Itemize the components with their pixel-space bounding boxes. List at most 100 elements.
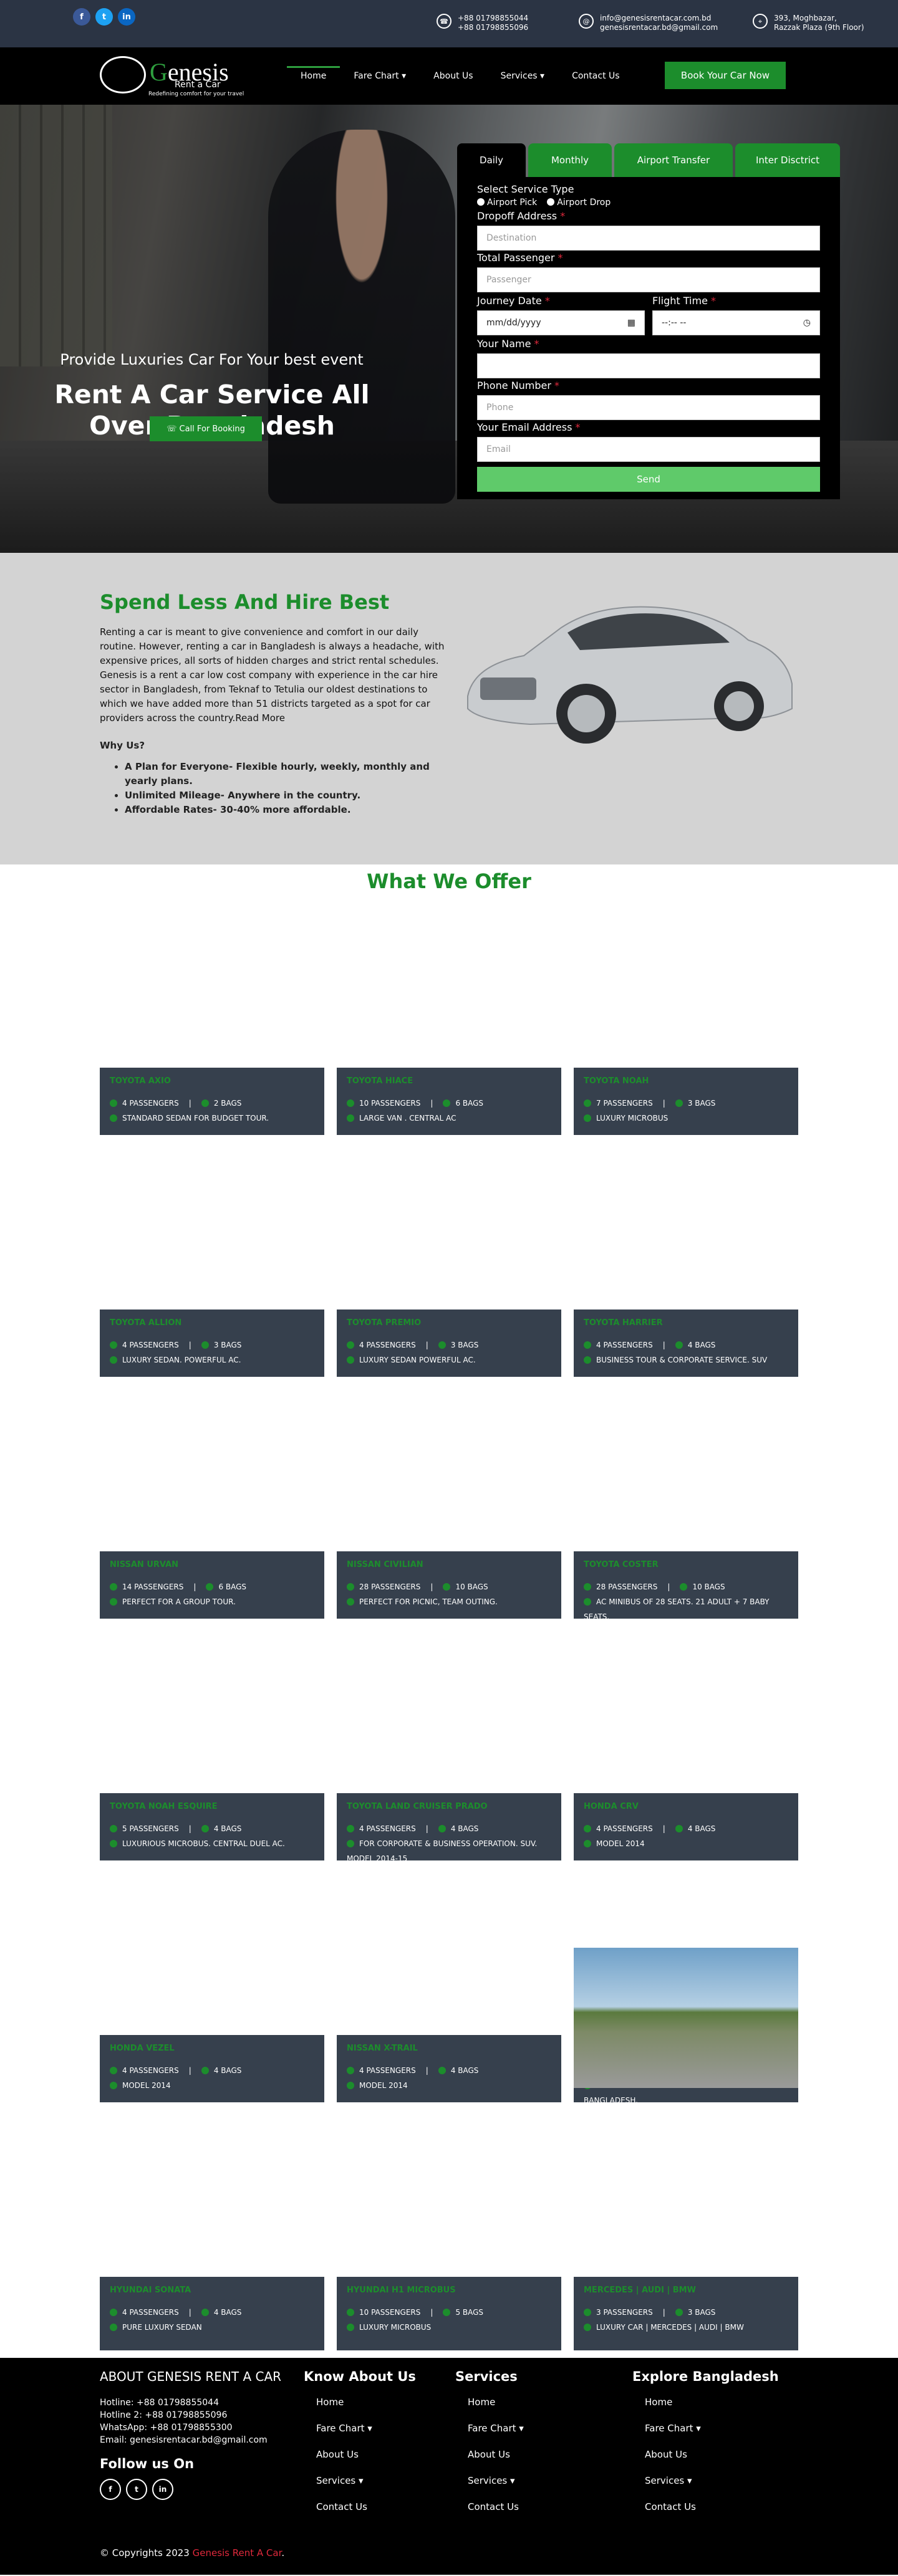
- nav-fare-chart[interactable]: Fare Chart ▾: [340, 47, 420, 105]
- car-card[interactable]: Honda Vezel 4 PASSENGERS | 4 BAGS MODEL 2014: [100, 1860, 324, 2109]
- nav-home[interactable]: Home: [287, 47, 340, 105]
- footer-link-home[interactable]: Home: [645, 2396, 779, 2408]
- car-specs: 4 PASSENGERS | 4 BAGS: [347, 1821, 551, 1836]
- footer-link-services[interactable]: Services ▾: [645, 2475, 779, 2486]
- phone-1[interactable]: +88 01798855044: [458, 14, 528, 23]
- copyright-brand[interactable]: Genesis Rent A Car: [193, 2547, 282, 2559]
- passenger-input[interactable]: Passenger: [477, 267, 820, 292]
- car-bags: 4 BAGS: [213, 2308, 242, 2317]
- facebook-icon[interactable]: f: [100, 2479, 121, 2500]
- check-icon: [584, 1356, 591, 1364]
- car-name[interactable]: Nissan Civilian: [347, 1560, 551, 1569]
- footer-hotline-1[interactable]: Hotline: +88 01798855044: [100, 2396, 281, 2409]
- footer-link-about[interactable]: About Us: [468, 2449, 524, 2460]
- footer-email[interactable]: Email: genesisrentacar.bd@gmail.com: [100, 2434, 281, 2446]
- nav-contact[interactable]: Contact Us: [558, 47, 633, 105]
- car-card-body: Toyota Premio 4 PASSENGERS | 3 BAGS LUXURY S…: [337, 1310, 561, 1383]
- flight-time-input[interactable]: --:-- -- ◷: [652, 310, 820, 335]
- bag-icon: [201, 1341, 209, 1349]
- footer-link-home[interactable]: Home: [468, 2396, 524, 2408]
- journey-date-input[interactable]: mm/dd/yyyy ▦: [477, 310, 645, 335]
- car-card[interactable]: Toyota Noah Esquire 5 PASSENGERS | 4 BAGS LU…: [100, 1619, 324, 1867]
- radio-airport-pick[interactable]: Airport Pick: [477, 198, 537, 208]
- twitter-icon[interactable]: t: [126, 2479, 147, 2500]
- footer-link-about[interactable]: About Us: [645, 2449, 779, 2460]
- footer-link-fare[interactable]: Fare Chart ▾: [468, 2423, 524, 2434]
- tab-monthly[interactable]: Monthly: [528, 143, 612, 177]
- footer-link-contact[interactable]: Contact Us: [468, 2501, 524, 2512]
- car-name[interactable]: Honda CRV: [584, 1802, 788, 1811]
- car-name[interactable]: Nissan Urvan: [110, 1560, 314, 1569]
- nav-about[interactable]: About Us: [420, 47, 486, 105]
- phone-2[interactable]: +88 01798855096: [458, 23, 528, 32]
- phone-input[interactable]: Phone: [477, 395, 820, 420]
- footer-hotline-2[interactable]: Hotline 2: +88 01798855096: [100, 2409, 281, 2421]
- car-bags: 4 BAGS: [450, 1824, 479, 1833]
- twitter-icon[interactable]: t: [95, 8, 113, 26]
- required-mark: *: [554, 380, 560, 391]
- linkedin-icon[interactable]: in: [152, 2479, 173, 2500]
- radio-airport-drop[interactable]: Airport Drop: [547, 198, 611, 208]
- book-car-button[interactable]: Book Your Car Now: [665, 62, 786, 89]
- car-name[interactable]: Toyota Axio: [110, 1076, 314, 1086]
- email-1[interactable]: info@genesisrentacar.com.bd: [600, 14, 718, 23]
- car-passengers: 4 PASSENGERS: [122, 1341, 179, 1349]
- car-name[interactable]: Toyota Noah Esquire: [110, 1802, 314, 1811]
- car-name[interactable]: Toyota Allion: [110, 1318, 314, 1328]
- logo[interactable]: Genesis Rent a Car Redefining comfort fo…: [100, 54, 249, 97]
- car-name[interactable]: Toyota Noah: [584, 1076, 788, 1086]
- car-name[interactable]: Toyota Land Cruiser Prado: [347, 1802, 551, 1811]
- car-name[interactable]: Honda Vezel: [110, 2044, 314, 2053]
- dropoff-input[interactable]: Destination: [477, 226, 820, 251]
- footer-link-home[interactable]: Home: [316, 2396, 416, 2408]
- footer-link-services[interactable]: Services ▾: [316, 2475, 416, 2486]
- tab-inter-district[interactable]: Inter Disctrict: [735, 143, 840, 177]
- footer-link-contact[interactable]: Contact Us: [645, 2501, 779, 2512]
- car-card[interactable]: Toyota Axio 4 PASSENGERS | 2 BAGS STANDARD S…: [100, 893, 324, 1141]
- car-name[interactable]: Nissan X-Trail: [347, 2044, 551, 2053]
- car-name[interactable]: Hyundai H1 Microbus: [347, 2286, 551, 2295]
- send-button[interactable]: Send: [477, 467, 820, 492]
- tab-airport-transfer[interactable]: Airport Transfer: [614, 143, 733, 177]
- car-card[interactable]: Toyota Noah 7 PASSENGERS | 3 BAGS LUXURY MIC…: [574, 893, 798, 1141]
- car-card[interactable]: Toyota Allion 4 PASSENGERS | 3 BAGS LUXURY S…: [100, 1135, 324, 1383]
- required-mark: *: [534, 338, 539, 350]
- car-name[interactable]: Toyota Hiace: [347, 1076, 551, 1086]
- car-card[interactable]: Toyota Premio 4 PASSENGERS | 3 BAGS LUXURY S…: [337, 1135, 561, 1383]
- footer-link-about[interactable]: About Us: [316, 2449, 416, 2460]
- car-description: LUXURY SEDAN POWERFUL AC.: [359, 1356, 476, 1364]
- call-booking-button[interactable]: ☏ Call For Booking: [150, 416, 262, 441]
- name-input[interactable]: [477, 353, 820, 378]
- check-icon: [347, 2082, 354, 2089]
- footer-link-services[interactable]: Services ▾: [468, 2475, 524, 2486]
- email-input[interactable]: Email: [477, 437, 820, 462]
- car-name[interactable]: Toyota Coster: [584, 1560, 788, 1569]
- footer-link-fare[interactable]: Fare Chart ▾: [645, 2423, 779, 2434]
- email-2[interactable]: genesisrentacar.bd@gmail.com: [600, 23, 718, 32]
- car-card[interactable]: Hyundai H1 Microbus 10 PASSENGERS | 5 BAGS L…: [337, 2102, 561, 2350]
- car-name[interactable]: Mercedes | Audi | BMW: [584, 2286, 788, 2295]
- calendar-icon[interactable]: ▦: [627, 318, 635, 328]
- clock-icon[interactable]: ◷: [803, 318, 811, 328]
- car-card[interactable]: Toyota Hiace 10 PASSENGERS | 6 BAGS LARGE VA…: [337, 893, 561, 1141]
- car-name[interactable]: Toyota Harrier: [584, 1318, 788, 1328]
- car-name[interactable]: Toyota Premio: [347, 1318, 551, 1328]
- car-card[interactable]: Toyota Land Cruiser Prado 4 PASSENGERS | 4 …: [337, 1619, 561, 1872]
- car-card[interactable]: Nissan Urvan 14 PASSENGERS | 6 BAGS PERFECT …: [100, 1377, 324, 1625]
- car-card[interactable]: Honda CRV 4 PASSENGERS | 4 BAGS MODEL 2014: [574, 1619, 798, 1867]
- tab-daily[interactable]: Daily: [457, 143, 526, 177]
- footer-whatsapp[interactable]: WhatsApp: +88 01798855300: [100, 2421, 281, 2434]
- car-card[interactable]: Hyundai Sonata 4 PASSENGERS | 4 BAGS PURE LU…: [100, 2102, 324, 2350]
- linkedin-icon[interactable]: in: [118, 8, 135, 26]
- car-card[interactable]: Toyota Harrier 4 PASSENGERS | 4 BAGS BUSINES…: [574, 1135, 798, 1383]
- bag-icon: [443, 1099, 451, 1107]
- car-card[interactable]: Nissan Civilian 28 PASSENGERS | 10 BAGS PERF…: [337, 1377, 561, 1625]
- car-card[interactable]: Toyota Coster 28 PASSENGERS | 10 BAGS AC MIN…: [574, 1377, 798, 1630]
- car-name[interactable]: Hyundai Sonata: [110, 2286, 314, 2295]
- car-card[interactable]: Mercedes | Audi | BMW 3 PASSENGERS | 3 BAGS…: [574, 2102, 798, 2350]
- facebook-icon[interactable]: f: [73, 8, 90, 26]
- car-card[interactable]: Nissan X-Trail 4 PASSENGERS | 4 BAGS MODEL 2…: [337, 1860, 561, 2109]
- footer-link-fare[interactable]: Fare Chart ▾: [316, 2423, 416, 2434]
- footer-link-contact[interactable]: Contact Us: [316, 2501, 416, 2512]
- nav-services[interactable]: Services ▾: [487, 47, 559, 105]
